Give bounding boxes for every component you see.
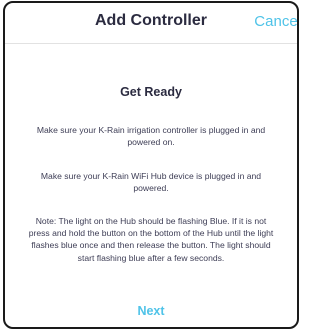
next-button[interactable]: Next [5,304,297,318]
cancel-button[interactable]: Cancel [254,13,297,30]
instruction-controller: Make sure your K-Rain irrigation control… [36,125,266,148]
section-heading: Get Ready [120,85,182,99]
hub-light-note: Note: The light on the Hub should be fla… [28,216,274,263]
nav-header: Add Controller Cancel [5,3,297,45]
page-title: Add Controller [95,12,207,29]
device-frame: Add Controller Cancel Get Ready Make sur… [3,1,299,329]
instruction-hub: Make sure your K-Rain WiFi Hub device is… [40,171,262,194]
header-divider [5,43,297,44]
